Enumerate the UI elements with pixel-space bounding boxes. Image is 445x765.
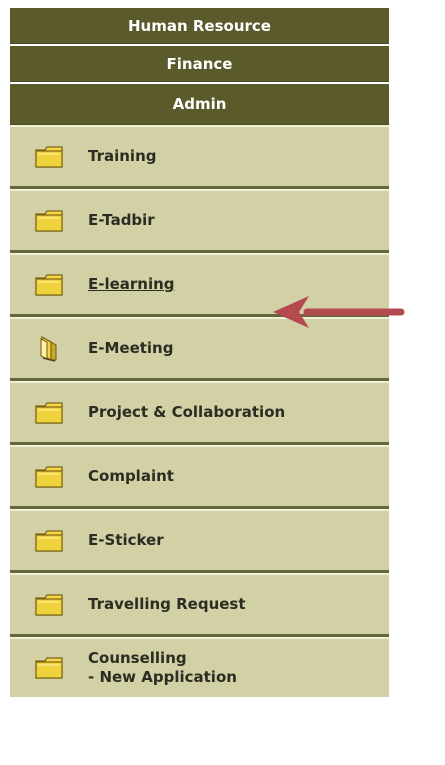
- folder-icon: [32, 463, 66, 491]
- menu-item-label: Counselling - New Application: [88, 649, 237, 686]
- menu-item-label: Complaint: [88, 466, 174, 485]
- menu-item-label: E-Tadbir: [88, 210, 155, 229]
- arrow-annotation: [273, 296, 405, 328]
- sidebar-menu: Human Resource Finance Admin Training E-…: [10, 8, 389, 697]
- menu-header-human-resource[interactable]: Human Resource: [10, 8, 389, 44]
- folder-icon: [32, 143, 66, 171]
- open-folder-icon: [32, 335, 66, 363]
- menu-item-e-sticker[interactable]: E-Sticker: [10, 509, 389, 573]
- folder-icon: [32, 271, 66, 299]
- menu-header-finance[interactable]: Finance: [10, 46, 389, 82]
- menu-item-label: Project & Collaboration: [88, 402, 286, 421]
- menu-item-label: E-Sticker: [88, 530, 164, 549]
- menu-item-label: E-Meeting: [88, 338, 174, 357]
- menu-item-training[interactable]: Training: [10, 125, 389, 189]
- menu-item-label[interactable]: E-learning: [88, 275, 175, 293]
- folder-icon: [32, 207, 66, 235]
- menu-item-label: Travelling Request: [88, 594, 246, 613]
- folder-icon: [32, 654, 66, 682]
- menu-item-travelling-request[interactable]: Travelling Request: [10, 573, 389, 637]
- folder-icon: [32, 527, 66, 555]
- menu-item-project-collaboration[interactable]: Project & Collaboration: [10, 381, 389, 445]
- folder-icon: [32, 591, 66, 619]
- menu-item-complaint[interactable]: Complaint: [10, 445, 389, 509]
- menu-item-counselling-new-application[interactable]: Counselling - New Application: [10, 637, 389, 697]
- menu-item-e-tadbir[interactable]: E-Tadbir: [10, 189, 389, 253]
- menu-header-admin[interactable]: Admin: [10, 84, 389, 125]
- menu-item-label: Training: [88, 146, 157, 165]
- folder-icon: [32, 399, 66, 427]
